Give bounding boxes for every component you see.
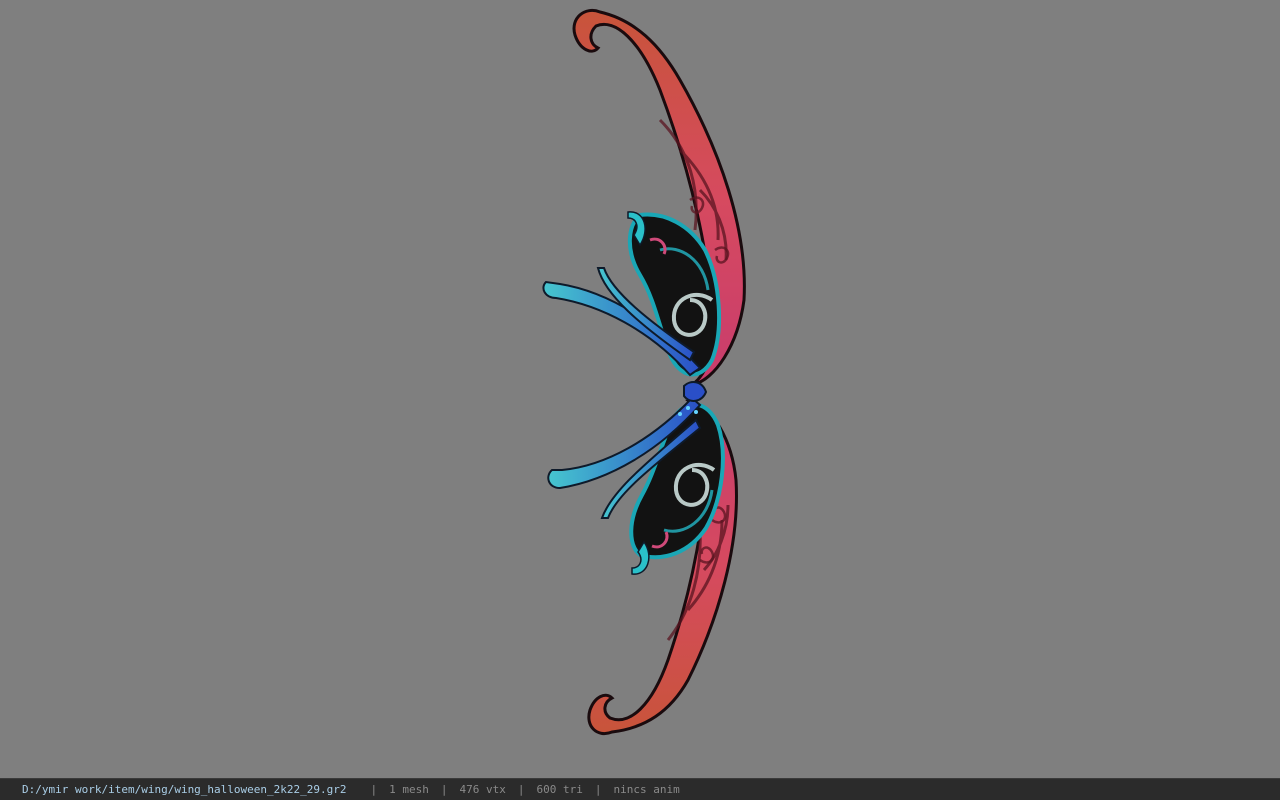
- 3d-viewport[interactable]: [0, 0, 1280, 778]
- vertex-count: 476 vtx: [459, 783, 506, 796]
- status-separator: |: [370, 783, 378, 796]
- status-bar: D:/ymir work/item/wing/wing_halloween_2k…: [0, 778, 1280, 800]
- upper-wing: [542, 9, 746, 387]
- animation-status: nincs anim: [613, 783, 680, 796]
- status-separator: |: [517, 783, 525, 796]
- status-separator: |: [594, 783, 602, 796]
- lower-wing: [547, 396, 738, 735]
- status-separator: |: [440, 783, 448, 796]
- mesh-count: 1 mesh: [389, 783, 429, 796]
- file-path: D:/ymir work/item/wing/wing_halloween_2k…: [22, 783, 347, 796]
- wing-model[interactable]: [0, 0, 1280, 778]
- triangle-count: 600 tri: [536, 783, 583, 796]
